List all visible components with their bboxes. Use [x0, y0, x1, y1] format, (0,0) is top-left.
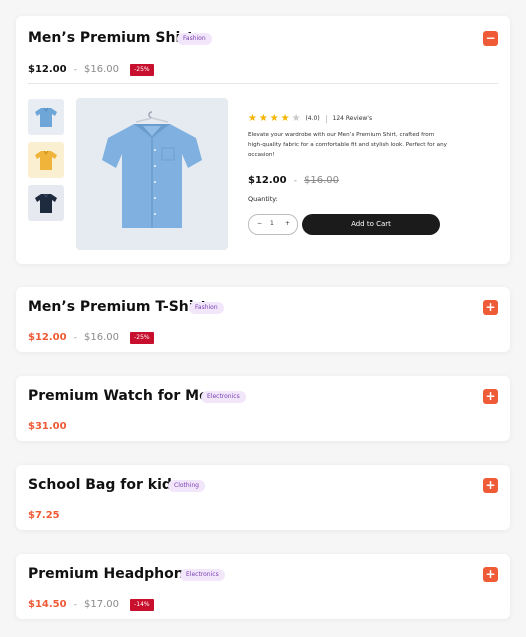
product-title: School Bag for kids: [28, 477, 181, 493]
product-title: Premium Headphone: [28, 566, 194, 582]
category-badge: Electronics: [180, 569, 225, 581]
rating-divider: [325, 114, 327, 123]
discount-badge: -25%: [130, 331, 154, 344]
star-icon: ★: [269, 113, 279, 124]
expand-button[interactable]: +: [483, 478, 498, 493]
original-price: $17.00: [84, 599, 120, 610]
plus-icon: +: [485, 478, 496, 492]
plus-icon: +: [485, 300, 496, 314]
detail-original-price: $16.00: [304, 175, 340, 186]
star-icon: ★: [280, 113, 290, 124]
current-price: $12.00: [28, 332, 67, 343]
current-price: $7.25: [28, 510, 60, 521]
expand-button[interactable]: +: [483, 567, 498, 582]
price-row: $12.00 - $16.00 -25%: [28, 59, 154, 78]
quantity-value: 1: [270, 220, 274, 227]
product-card-school-bag[interactable]: School Bag for kids Clothing + $7.25: [16, 465, 510, 530]
decrement-button[interactable]: −: [257, 220, 262, 227]
current-price: $31.00: [28, 421, 67, 432]
quantity-stepper[interactable]: − 1 +: [248, 214, 298, 235]
product-title: Men’s Premium T-Shirt: [28, 299, 208, 315]
expand-button[interactable]: +: [483, 389, 498, 404]
price-row: $14.50 - $17.00 -14%: [28, 594, 154, 613]
product-description: Elevate your wardrobe with our Men’s Pre…: [248, 132, 447, 158]
current-price: $12.00: [28, 64, 67, 75]
detail-current-price: $12.00: [248, 175, 287, 186]
star-icon: ★: [248, 113, 257, 124]
thumbnail-navy-shirt[interactable]: [28, 185, 64, 221]
category-badge: Fashion: [189, 302, 224, 314]
detail-price-row: $12.00 - $16.00: [248, 170, 339, 189]
price-separator: -: [73, 599, 77, 610]
price-row: $12.00 - $16.00 -25%: [28, 327, 154, 346]
expand-button[interactable]: +: [483, 300, 498, 315]
shirt-image: [35, 107, 57, 127]
discount-badge: -14%: [130, 598, 154, 611]
original-price: $16.00: [84, 64, 120, 75]
product-card-headphone[interactable]: Premium Headphone Electronics + $14.50 -…: [16, 554, 510, 619]
divider: [28, 83, 498, 84]
product-card-watch[interactable]: Premium Watch for Men Electronics + $31.…: [16, 376, 510, 441]
price-separator: -: [293, 175, 297, 186]
plus-icon: +: [485, 567, 496, 581]
product-card-tshirt[interactable]: Men’s Premium T-Shirt Fashion + $12.00 -…: [16, 287, 510, 352]
increment-button[interactable]: +: [285, 220, 290, 227]
add-to-cart-button[interactable]: Add to Cart: [302, 214, 440, 235]
original-price: $16.00: [84, 332, 120, 343]
star-empty-icon: ★: [291, 113, 301, 124]
collapse-button[interactable]: −: [483, 31, 498, 46]
shirt-image: [35, 193, 57, 213]
star-icon: ★: [258, 113, 268, 124]
quantity-label: Quantity:: [248, 195, 278, 203]
product-title: Men’s Premium Shirt: [28, 30, 194, 46]
product-card-shirt: Men’s Premium Shirt Fashion − $12.00 - $…: [16, 16, 510, 264]
minus-icon: −: [485, 31, 496, 45]
rating: ★ ★ ★ ★ ★ (4.0) 124 Review's: [248, 113, 372, 124]
category-badge: Fashion: [177, 33, 212, 45]
thumbnail-blue-shirt[interactable]: [28, 99, 64, 135]
product-main-image: [76, 98, 228, 250]
category-badge: Clothing: [168, 480, 205, 492]
price-separator: -: [73, 64, 77, 75]
price-row: $7.25: [28, 505, 60, 524]
thumbnail-yellow-shirt[interactable]: [28, 142, 64, 178]
price-row: $31.00: [28, 416, 67, 435]
shirt-image: [35, 150, 57, 170]
product-title: Premium Watch for Men: [28, 388, 219, 404]
price-separator: -: [73, 332, 77, 343]
rating-value: (4.0): [305, 115, 320, 122]
current-price: $14.50: [28, 599, 67, 610]
blue-shirt-image: [102, 111, 202, 228]
discount-badge: -25%: [130, 63, 154, 76]
category-badge: Electronics: [201, 391, 246, 403]
review-count: 124 Review's: [332, 115, 373, 122]
plus-icon: +: [485, 389, 496, 403]
